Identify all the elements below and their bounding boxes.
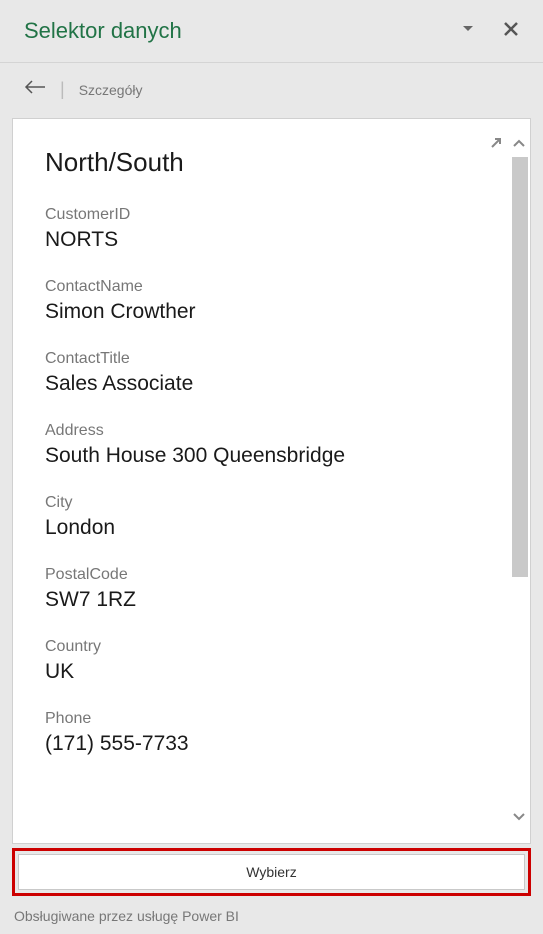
expand-icon[interactable] xyxy=(488,137,502,156)
scroll-down-icon[interactable] xyxy=(512,809,526,827)
field-group: PostalCode SW7 1RZ xyxy=(45,566,486,612)
field-value: London xyxy=(45,516,486,540)
scrollbar-track[interactable] xyxy=(510,133,528,829)
scrollbar-thumb[interactable] xyxy=(512,157,528,577)
field-group: ContactTitle Sales Associate xyxy=(45,350,486,396)
data-selector-panel: Selektor danych | Szczegóły North/South xyxy=(0,0,543,934)
close-icon[interactable] xyxy=(503,21,519,42)
field-value: NORTS xyxy=(45,228,486,252)
select-button-highlight: Wybierz xyxy=(12,848,531,896)
record-title: North/South xyxy=(45,147,486,178)
card-scroll-area[interactable]: North/South CustomerID NORTS ContactName… xyxy=(45,147,530,843)
field-label: ContactName xyxy=(45,278,486,296)
field-value: SW7 1RZ xyxy=(45,588,486,612)
field-value: UK xyxy=(45,660,486,684)
field-value: Sales Associate xyxy=(45,372,486,396)
select-button[interactable]: Wybierz xyxy=(18,854,525,890)
field-value: South House 300 Queensbridge xyxy=(45,444,486,468)
field-label: City xyxy=(45,494,486,512)
header-controls xyxy=(461,21,519,42)
field-label: ContactTitle xyxy=(45,350,486,368)
field-group: Address South House 300 Queensbridge xyxy=(45,422,486,468)
field-group: Phone (171) 555-7733 xyxy=(45,710,486,756)
details-card: North/South CustomerID NORTS ContactName… xyxy=(12,118,531,844)
scroll-up-icon[interactable] xyxy=(512,135,526,153)
footer-text: Obsługiwane przez usługę Power BI xyxy=(0,902,543,934)
field-group: CustomerID NORTS xyxy=(45,206,486,252)
panel-header: Selektor danych xyxy=(0,0,543,63)
field-label: PostalCode xyxy=(45,566,486,584)
panel-title: Selektor danych xyxy=(24,18,182,44)
field-value: Simon Crowther xyxy=(45,300,486,324)
field-group: ContactName Simon Crowther xyxy=(45,278,486,324)
breadcrumb-row: | Szczegóły xyxy=(0,63,543,118)
dropdown-icon[interactable] xyxy=(461,22,475,41)
field-label: Country xyxy=(45,638,486,656)
field-group: City London xyxy=(45,494,486,540)
content-wrapper: North/South CustomerID NORTS ContactName… xyxy=(0,118,543,844)
field-value: (171) 555-7733 xyxy=(45,732,486,756)
field-label: Phone xyxy=(45,710,486,728)
breadcrumb-divider: | xyxy=(60,79,65,100)
action-row: Wybierz xyxy=(0,844,543,902)
field-group: Country UK xyxy=(45,638,486,684)
breadcrumb-label: Szczegóły xyxy=(79,82,143,98)
field-label: CustomerID xyxy=(45,206,486,224)
back-arrow-icon[interactable] xyxy=(24,80,46,99)
field-label: Address xyxy=(45,422,486,440)
